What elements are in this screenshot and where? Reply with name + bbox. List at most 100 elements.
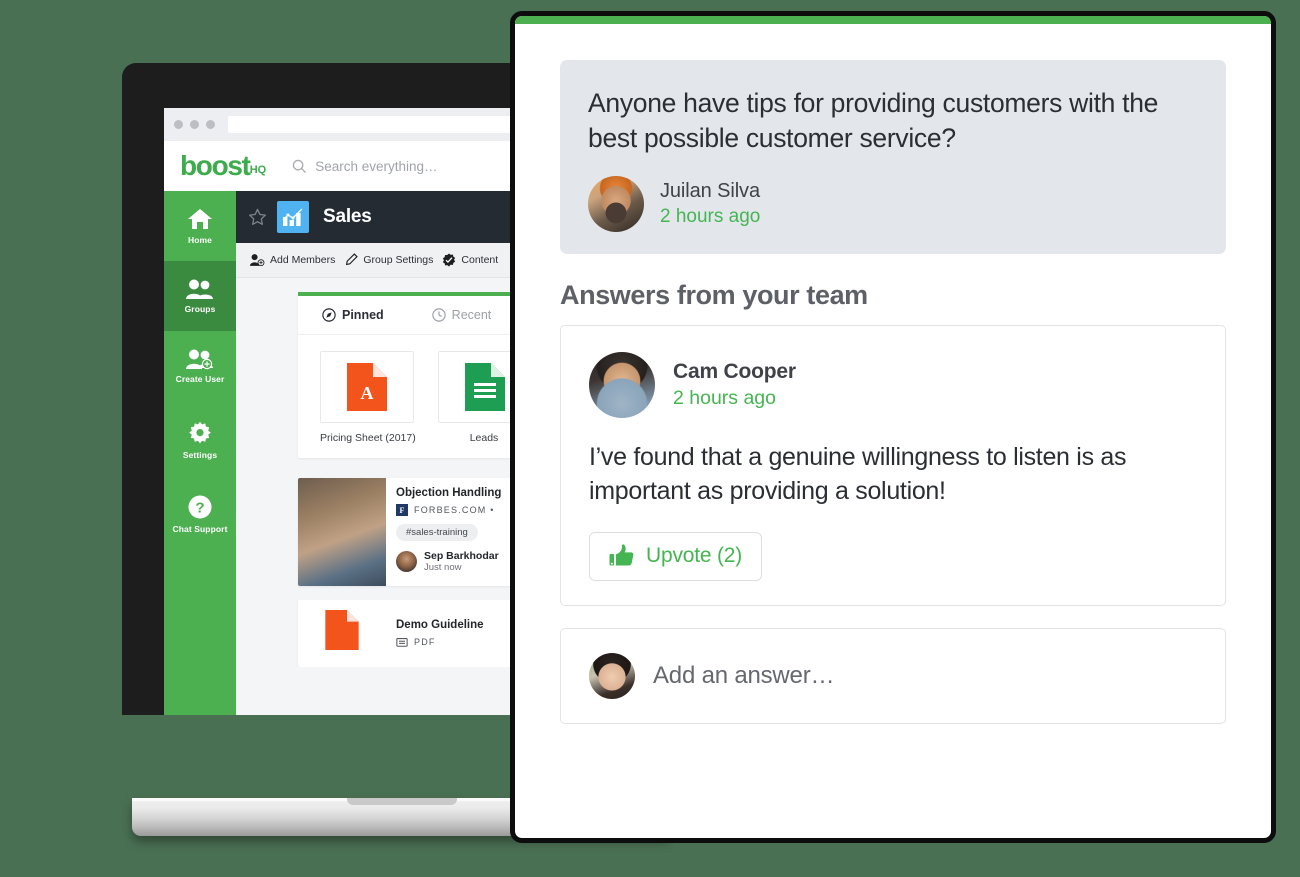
question-card: Anyone have tips for providing customers…	[560, 60, 1226, 254]
upvote-button[interactable]: Upvote (2)	[589, 531, 763, 581]
sidebar-item-settings-label: Settings	[182, 450, 218, 460]
avatar	[396, 551, 417, 572]
upvote-label: Upvote (2)	[646, 544, 743, 568]
answer-author-name: Cam Cooper	[673, 359, 796, 383]
add-answer-composer[interactable]: Add an answer…	[560, 627, 1226, 724]
answer-card: Cam Cooper 2 hours ago I’ve found that a…	[560, 324, 1226, 606]
tab-pinned-label: Pinned	[342, 308, 384, 322]
sidebar-item-home[interactable]: Home	[164, 191, 236, 261]
toolbar-add-members-label: Add Members	[270, 254, 336, 266]
sidebar-item-settings[interactable]: Settings	[164, 405, 236, 475]
app-body: Home Groups Create User Settings ? Chat …	[164, 191, 552, 715]
avatar	[589, 351, 655, 418]
pin-compass-icon	[322, 308, 336, 322]
laptop-screen: boostHQ Search everything… Home Groups C…	[164, 108, 552, 715]
answer-author: Cam Cooper 2 hours ago	[589, 351, 1197, 418]
star-outline-icon[interactable]	[248, 208, 267, 227]
tab-recent-label: Recent	[451, 308, 492, 322]
post-file-icon-wrap	[298, 610, 386, 657]
avatar	[589, 652, 635, 699]
app-sidebar: Home Groups Create User Settings ? Chat …	[164, 191, 236, 715]
sidebar-item-home-label: Home	[187, 235, 213, 245]
scene: boostHQ Search everything… Home Groups C…	[0, 0, 1300, 877]
group-header: Sales	[236, 191, 552, 243]
avatar	[588, 175, 644, 232]
modal-content: Anyone have tips for providing customers…	[515, 24, 1271, 838]
svg-text:A: A	[361, 383, 374, 403]
group-toolbar: Add Members Group Settings Content	[236, 243, 552, 278]
forbes-favicon-icon: F	[396, 504, 408, 516]
logo-text: boost	[180, 150, 251, 181]
sidebar-item-create-user[interactable]: Create User	[164, 331, 236, 401]
laptop-mockup: boostHQ Search everything… Home Groups C…	[122, 63, 672, 836]
laptop-base-notch	[347, 798, 457, 805]
url-input[interactable]	[228, 116, 542, 133]
search-icon	[292, 159, 307, 173]
post-source: F FORBES.COM •	[396, 504, 501, 516]
question-author: Juilan Silva 2 hours ago	[588, 175, 1198, 232]
bar-chart-icon	[282, 208, 303, 226]
post-author-time: Just now	[424, 562, 462, 573]
sidebar-item-chat-support-label: Chat Support	[172, 524, 228, 534]
post-filetype: PDF	[396, 636, 484, 648]
post-tag[interactable]: #sales-training	[396, 524, 478, 541]
toolbar-group-settings[interactable]: Group Settings	[344, 253, 433, 267]
post-title: Demo Guideline	[396, 619, 484, 631]
question-text: Anyone have tips for providing customers…	[588, 88, 1159, 153]
file-name: Pricing Sheet (2017)	[320, 432, 416, 444]
post-body: Demo Guideline PDF	[386, 610, 494, 657]
pencil-icon	[346, 253, 359, 266]
add-member-icon	[250, 254, 265, 267]
tab-recent[interactable]: Recent	[408, 308, 516, 322]
post-title: Objection Handling	[396, 487, 502, 499]
app-topbar: boostHQ Search everything…	[164, 141, 552, 191]
post-author-name: Sep Barkhodar	[424, 550, 499, 562]
toolbar-content-label: Content	[461, 254, 499, 266]
window-maximize-dot[interactable]	[206, 120, 215, 129]
post-source-label: FORBES.COM •	[414, 505, 495, 515]
question-mark-icon: ?	[188, 495, 212, 519]
add-answer-input[interactable]: Add an answer…	[653, 662, 835, 690]
window-minimize-dot[interactable]	[190, 120, 199, 129]
thumbs-up-icon	[609, 544, 634, 566]
app-main: Sales Add Members Group Settings Content…	[236, 191, 552, 715]
post-author: Sep Barkhodar Just now	[396, 550, 501, 573]
search-box[interactable]: Search everything…	[292, 158, 438, 174]
search-placeholder-text: Search everything…	[315, 158, 438, 174]
answers-heading: Answers from your team	[560, 279, 868, 310]
spreadsheet-file-icon	[465, 363, 505, 411]
question-author-name: Juilan Silva	[660, 179, 760, 202]
verified-badge-icon	[443, 253, 456, 267]
post-thumbnail	[298, 478, 386, 586]
group-content: Pinned Recent A Pricing Sheet (2017) Lea…	[236, 278, 552, 667]
toolbar-group-settings-label: Group Settings	[363, 254, 434, 266]
sidebar-item-groups[interactable]: Groups	[164, 261, 236, 331]
window-close-dot[interactable]	[174, 120, 183, 129]
sidebar-item-create-user-label: Create User	[175, 374, 225, 384]
group-title: Sales	[323, 206, 372, 227]
create-user-icon	[186, 349, 213, 370]
file-type-icon	[396, 638, 408, 647]
sidebar-item-chat-support[interactable]: ? Chat Support	[164, 479, 236, 549]
modal-accent-bar	[515, 16, 1271, 24]
sidebar-item-groups-label: Groups	[184, 304, 216, 314]
groups-icon	[186, 279, 213, 299]
answer-text: I’ve found that a genuine willingness to…	[589, 442, 1127, 505]
question-modal: Anyone have tips for providing customers…	[510, 11, 1276, 843]
post-body: Objection Handling F FORBES.COM • #sales…	[386, 478, 511, 586]
file-card[interactable]: A Pricing Sheet (2017)	[320, 351, 416, 444]
tab-pinned[interactable]: Pinned	[298, 308, 408, 322]
question-timestamp: 2 hours ago	[660, 205, 761, 227]
toolbar-content[interactable]: Content	[442, 253, 498, 267]
home-icon	[188, 209, 212, 229]
clock-icon	[431, 308, 446, 322]
logo-suffix: HQ	[249, 164, 267, 176]
toolbar-add-members[interactable]: Add Members	[250, 253, 335, 267]
gear-icon	[189, 421, 211, 444]
svg-text:?: ?	[195, 500, 204, 517]
answer-timestamp: 2 hours ago	[673, 386, 776, 409]
file-thumb: A	[320, 351, 414, 423]
boosthq-logo[interactable]: boostHQ	[180, 152, 266, 180]
post-filetype-label: PDF	[414, 637, 436, 647]
group-avatar-icon	[277, 201, 309, 233]
